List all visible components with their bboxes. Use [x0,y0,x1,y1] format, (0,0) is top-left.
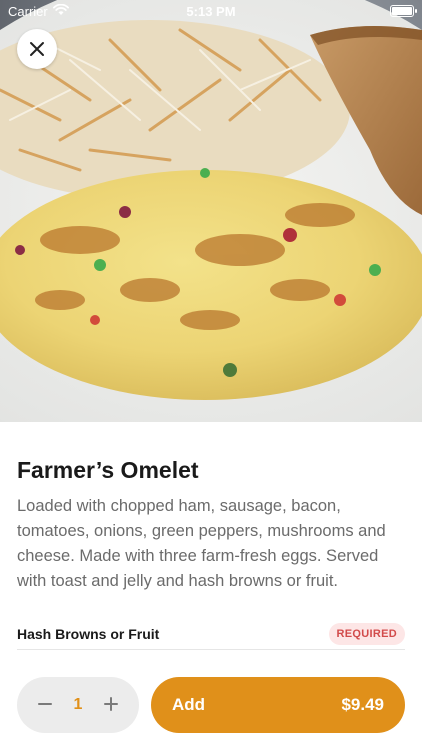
plus-icon[interactable] [103,693,119,717]
battery-icon [390,5,417,17]
option-group-hash-browns-or-fruit[interactable]: Hash Browns or Fruit REQUIRED [17,618,405,650]
minus-icon[interactable] [37,693,53,717]
close-button[interactable] [17,29,57,69]
item-description: Loaded with chopped ham, sausage, bacon,… [17,497,386,590]
quantity-value: 1 [73,696,83,713]
add-button-price: $9.49 [341,695,384,714]
item-details: Farmer’s Omelet Loaded with chopped ham,… [17,422,405,594]
item-photo [0,0,422,422]
option-group-label: Hash Browns or Fruit [17,625,160,642]
required-badge: REQUIRED [328,622,405,645]
quantity-stepper: 1 [17,677,139,733]
status-bar: Carrier 5:13 PM [0,0,422,22]
omelet-illustration [0,0,422,422]
add-to-cart-button[interactable]: Add $9.49 [151,677,405,733]
item-title: Farmer’s Omelet [17,457,199,483]
bottom-bar: 1 Add $9.49 [0,660,422,750]
add-button-label: Add [172,695,206,714]
status-time: 5:13 PM [186,3,236,19]
close-icon [30,42,44,56]
